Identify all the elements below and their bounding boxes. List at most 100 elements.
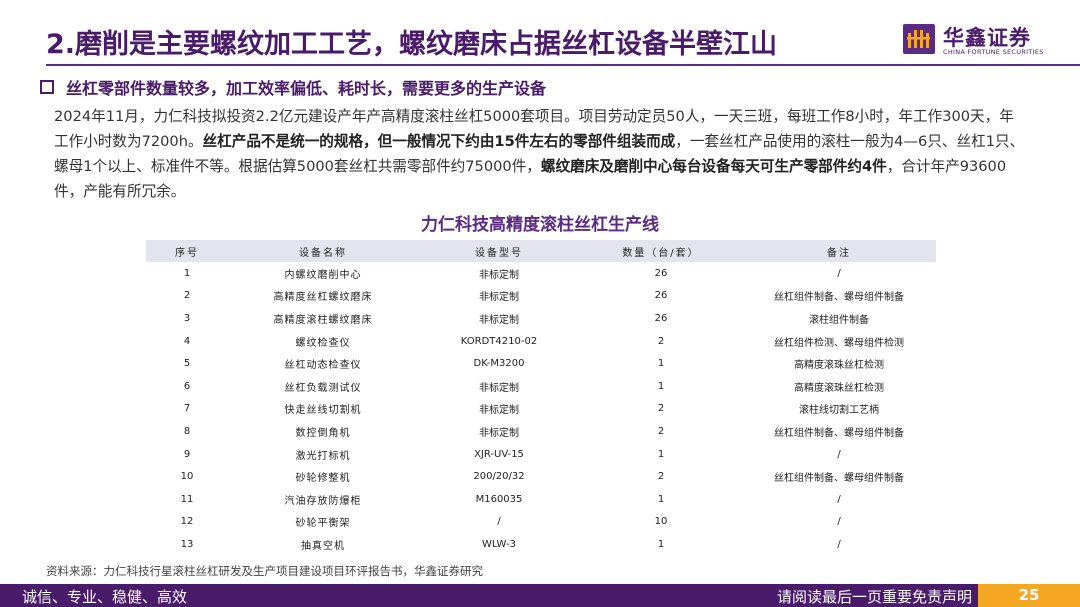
table-row: 3 高精度滚柱螺纹磨床 非标定制 26 滚柱组件制备 [146,307,936,330]
table-cell: 26 [654,290,668,302]
table-cell: 砂轮平衡架 [295,518,351,530]
table-cell: 5 [183,358,191,370]
equipment-table: 序号 设备名称 设备型号 数量（台/套） 备注 1 内螺纹磨削中心 非标定制 26/2… [146,240,936,556]
table-cell: 高精度滚珠丝杠检测 [794,382,884,394]
table-cell: 2 [657,335,665,347]
header-cell: 数量（台/套） [580,240,742,262]
page-number: 25 [978,584,1080,607]
table-cell: M160035 [475,493,523,505]
table-cell: 8 [183,425,191,437]
title-divider [46,64,1080,66]
table-cell: 10 [654,516,668,528]
header-cell: 序号 [146,240,228,262]
table-row: 5 丝杠动态检查仪 DK-M3200 1 高精度滚珠丝杠检测 [146,352,936,375]
subheading: 丝杠零部件数量较多，加工效率偏低、耗时长，需要更多的生产设备 [40,74,1040,100]
table-cell: 26 [654,312,668,324]
body-paragraph: 2024年11月，力仁科技拟投资2.2亿元建设产年产高精度滚柱丝杠5000套项目… [54,104,1026,204]
table-cell: 丝杠组件制备、螺母组件制备 [774,427,904,439]
table-row: 10 砂轮修整机 200/20/32 2 丝杠组件制备、螺母组件制备 [146,465,936,488]
table-cell: 砂轮修整机 [295,473,351,485]
header-cell: 备注 [742,240,936,262]
table-cell: 高精度丝杠螺纹磨床 [273,292,373,304]
table-cell: 非标定制 [479,269,519,281]
table-cell: 非标定制 [479,405,519,417]
source-note: 资料来源：力仁科技行星滚柱丝杠研发及生产项目建设项目环评报告书，华鑫证券研究 [46,564,483,578]
table-cell: 内螺纹磨削中心 [284,269,362,281]
table-cell: 数控倒角机 [295,427,351,439]
table-header-row: 序号 设备名称 设备型号 数量（台/套） 备注 [146,240,936,262]
table-cell: 2 [657,471,665,483]
table-cell: / [837,267,841,279]
table-cell: 滚柱组件制备 [809,314,869,326]
table-row: 6 丝杠负载测试仪 非标定制 1 高精度滚珠丝杠检测 [146,375,936,398]
table-row: 12 砂轮平衡架 / 10 / [146,511,936,534]
table-row: 8 数控倒角机 非标定制 2 丝杠组件制备、螺母组件制备 [146,420,936,443]
table-cell: 1 [183,267,191,279]
table-cell: / [837,448,841,460]
table-cell: 1 [657,493,665,505]
table-cell: 1 [657,358,665,370]
logo-mark-icon [903,24,935,54]
table-cell: / [837,493,841,505]
table-row: 7 快走丝线切割机 非标定制 2 滚柱线切割工艺柄 [146,398,936,421]
table-row: 11 汽油存放防爆柜 M160035 1 / [146,488,936,511]
table-cell: 4 [183,335,191,347]
table-cell: 2 [657,425,665,437]
table-cell: 丝杠组件制备、螺母组件制备 [774,292,904,304]
table-cell: 丝杠组件检测、螺母组件检测 [774,337,904,349]
table-cell: 螺纹检查仪 [295,337,351,349]
square-bullet-icon [40,80,54,94]
table-row: 4 螺纹检查仪 KORDT4210-02 2 丝杠组件检测、螺母组件检测 [146,330,936,353]
para-bold-2: 螺纹磨床及磨削中心每台设备每天可生产零部件约4件 [540,158,887,175]
table-cell: 1 [657,538,665,550]
table-cell: 2 [657,403,665,415]
subheading-text: 丝杠零部件数量较多，加工效率偏低、耗时长，需要更多的生产设备 [66,79,547,98]
table-cell: 丝杠动态检查仪 [284,360,362,372]
table-cell: 13 [180,538,194,550]
table-cell: 26 [654,267,668,279]
para-bold-1: 丝杠产品不是统一的规格，但一般情况下约由15件左右的零部件组装而成 [202,133,676,150]
table-row: 13 抽真空机 WLW-3 1 / [146,533,936,556]
table-cell: 丝杠组件制备、螺母组件制备 [774,473,904,485]
header-cell: 设备型号 [418,240,580,262]
table-cell: XJR-UV-15 [474,448,524,460]
table-title: 力仁科技高精度滚柱丝杠生产线 [421,215,659,235]
table-cell: 非标定制 [479,292,519,304]
table-cell: WLW-3 [482,538,516,550]
table-cell: 抽真空机 [301,540,345,552]
table-cell: 200/20/32 [473,471,525,483]
table-row: 2 高精度丝杠螺纹磨床 非标定制 26 丝杠组件制备、螺母组件制备 [146,285,936,308]
table-cell: 滚柱线切割工艺柄 [799,405,879,417]
table-cell: 9 [183,448,191,460]
table-row: 1 内螺纹磨削中心 非标定制 26 / [146,262,936,285]
logo-text-en: CHINA FORTUNE SECURITIES [943,48,1044,56]
table-cell: / [837,538,841,550]
table-cell: 11 [180,493,194,505]
footer-disclaimer: 请阅读最后一页重要免责声明 [776,588,972,606]
table-cell: 高精度滚珠丝杠检测 [794,360,884,372]
table-cell: DK-M3200 [473,358,525,370]
table-cell: 12 [180,516,194,528]
header-cell: 设备名称 [228,240,418,262]
table-cell: 1 [657,448,665,460]
table-cell: 快走丝线切割机 [284,405,362,417]
table-cell: 非标定制 [479,427,519,439]
footer-bar: 诚信、专业、稳健、高效 请阅读最后一页重要免责声明 25 [0,584,1080,607]
table-cell: 1 [657,380,665,392]
table-cell: 非标定制 [479,314,519,326]
table-cell: 10 [180,471,194,483]
table-row: 9 激光打标机 XJR-UV-15 1 / [146,443,936,466]
table-cell: / [837,516,841,528]
table-cell: KORDT4210-02 [460,335,538,347]
table-cell: / [497,516,501,528]
table-cell: 激光打标机 [295,450,351,462]
table-cell: 7 [183,403,191,415]
table-cell: 高精度滚柱螺纹磨床 [273,314,373,326]
table-cell: 6 [183,380,191,392]
table-cell: 3 [183,312,191,324]
table-cell: 2 [183,290,191,302]
table-cell: 丝杠负载测试仪 [284,382,362,394]
company-logo: 华鑫证券 CHINA FORTUNE SECURITIES [903,22,1053,58]
page-title: 2.磨削是主要螺纹加工工艺，螺纹磨床占据丝杠设备半壁江山 [46,29,778,60]
footer-slogan: 诚信、专业、稳健、高效 [22,588,188,606]
